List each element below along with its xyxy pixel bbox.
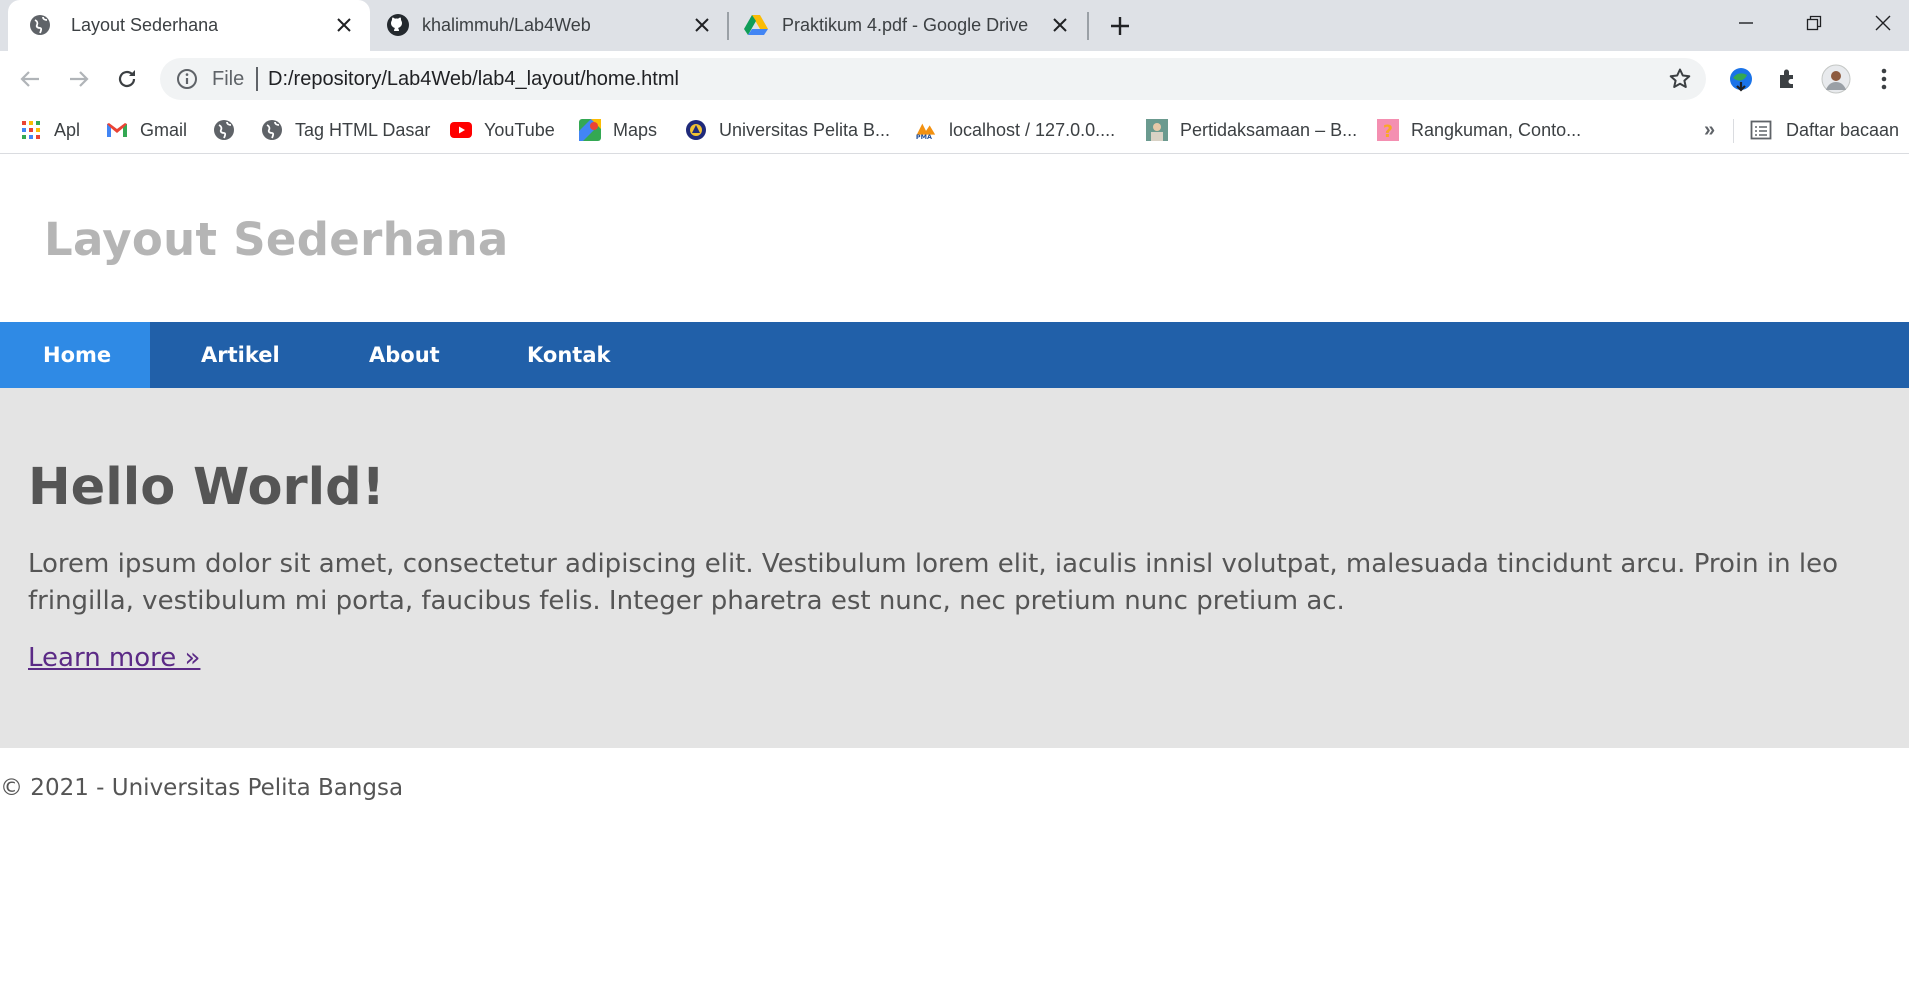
svg-text:PMA: PMA [916,133,932,141]
nav-about[interactable]: About [308,322,468,388]
site-title: Layout Sederhana [44,213,509,266]
bookmark-maps[interactable]: Maps [579,117,657,143]
bookmark-label: Rangkuman, Conto... [1411,119,1582,140]
maps-icon [579,119,601,141]
site-header: Layout Sederhana [0,155,1909,322]
learn-more-link[interactable]: Learn more » [28,643,200,673]
bookmark-label: Maps [613,119,658,140]
github-icon [386,13,410,37]
info-icon[interactable] [176,68,198,90]
profile-avatar[interactable] [1820,63,1852,95]
reload-icon[interactable] [111,63,143,95]
bookmark-rangkuman[interactable]: ? Rangkuman, Conto... [1377,117,1581,143]
globe-icon [213,119,235,141]
tab-google-drive[interactable]: Praktikum 4.pdf - Google Drive [730,0,1086,51]
reading-list-icon [1750,120,1772,140]
close-tab-icon[interactable] [1048,13,1072,37]
reading-list-label: Daftar bacaan [1786,119,1900,140]
back-arrow-icon[interactable] [14,63,46,95]
bookmark-pertidaksamaan[interactable]: Pertidaksamaan – B... [1146,117,1357,143]
bookmark-star-icon[interactable] [1668,67,1692,91]
browser-menu-icon[interactable] [1868,63,1900,95]
bookmark-globe[interactable] [213,117,235,143]
forward-arrow-icon[interactable] [63,63,95,95]
new-tab-icon[interactable] [1106,12,1134,40]
bookmark-gmail[interactable]: Gmail [106,117,187,143]
bookmark-localhost[interactable]: PMA localhost / 127.0.0.... [915,117,1115,143]
question-icon: ? [1377,119,1399,141]
bookmark-label: Universitas Pelita B... [719,119,891,140]
bookmark-label: Pertidaksamaan – B... [1180,119,1358,140]
restore-icon[interactable] [1796,8,1832,38]
main-nav: Home Artikel About Kontak [0,322,1909,388]
bookmark-label: Apl [54,119,81,140]
bookmark-label: Gmail [140,119,188,140]
globe-icon [261,119,283,141]
bookmarks-overflow-chevron[interactable]: » [1704,119,1715,142]
extensions-puzzle-icon[interactable] [1772,63,1804,95]
tab-github[interactable]: khalimmuh/Lab4Web [370,0,724,51]
bookmark-label: localhost / 127.0.0.... [949,119,1116,140]
site-footer: © 2021 - Universitas Pelita Bangsa [0,775,404,801]
tab-separator [1087,12,1089,40]
nav-kontak[interactable]: Kontak [468,322,628,388]
browser-tab-strip: Layout Sederhana khalimmuh/Lab4Web Prakt… [0,0,1909,51]
svg-text:?: ? [1383,122,1393,141]
bookmarks-separator [1733,119,1734,143]
reading-list-button[interactable]: Daftar bacaan [1750,117,1899,143]
bookmark-label: Tag HTML Dasar [295,119,431,140]
address-bar[interactable]: File D:/repository/Lab4Web/lab4_layout/h… [160,58,1706,100]
gmail-icon [106,119,128,141]
nav-artikel[interactable]: Artikel [150,322,308,388]
minimize-icon[interactable] [1728,8,1764,38]
google-drive-icon [744,13,768,37]
tab-title: Layout Sederhana [71,15,219,35]
page-viewport: Layout Sederhana Home Artikel About Kont… [0,155,1909,999]
download-manager-icon[interactable] [1725,63,1757,95]
bookmark-thumb-icon [1146,119,1168,141]
close-tab-icon[interactable] [690,13,714,37]
bookmarks-bar: Apl Gmail Tag HTML Dasar YouTube Maps Un… [0,107,1909,154]
url-text[interactable]: D:/repository/Lab4Web/lab4_layout/home.h… [268,68,679,90]
hero-heading: Hello World! [28,458,385,517]
tab-title: Praktikum 4.pdf - Google Drive [782,15,1029,35]
bookmark-tag-html-dasar[interactable]: Tag HTML Dasar [261,117,430,143]
tab-separator [727,12,729,40]
scheme-label: File [212,68,245,90]
globe-icon [28,13,52,37]
bookmark-youtube[interactable]: YouTube [450,117,555,143]
nav-home[interactable]: Home [0,322,150,388]
hero-body: Lorem ipsum dolor sit amet, consectetur … [28,549,1839,616]
apps-grid-icon [20,119,42,141]
window-close-icon[interactable] [1865,8,1901,38]
bookmark-apps[interactable]: Apl [20,117,80,143]
tab-layout-sederhana[interactable]: Layout Sederhana [8,0,370,51]
bookmark-universitas-pelita[interactable]: Universitas Pelita B... [685,117,890,143]
hero-section: Hello World! Lorem ipsum dolor sit amet,… [0,388,1909,748]
youtube-icon [450,119,472,141]
university-icon [685,119,707,141]
tab-title: khalimmuh/Lab4Web [422,15,591,35]
omnibox-divider [256,67,258,91]
phpmyadmin-icon: PMA [915,119,937,141]
close-tab-icon[interactable] [332,13,356,37]
browser-toolbar: File D:/repository/Lab4Web/lab4_layout/h… [0,51,1909,107]
bookmark-label: YouTube [484,119,555,140]
